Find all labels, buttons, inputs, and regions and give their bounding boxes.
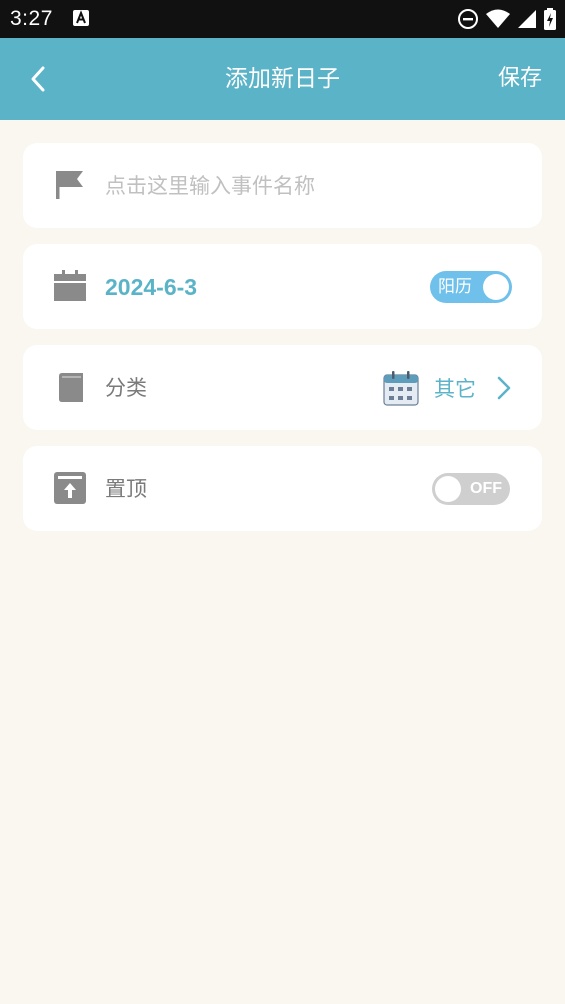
pin-top-label: 置顶 [105,477,147,501]
event-name-input[interactable]: 点击这里输入事件名称 [105,171,315,201]
category-label: 分类 [105,376,147,400]
page-title: 添加新日子 [225,66,340,92]
event-name-card[interactable]: 点击这里输入事件名称 [23,143,542,228]
pin-top-toggle-label: OFF [470,480,502,497]
flag-icon [53,168,87,202]
pin-top-card: 置顶 OFF [23,446,542,531]
wifi-icon [486,9,510,28]
save-button[interactable]: 保存 [498,64,542,94]
toggle-knob [435,476,461,502]
chevron-right-icon [497,376,511,400]
calendar-type-label: 阳历 [438,277,472,297]
category-selector[interactable]: 其它 [382,369,512,407]
do-not-disturb-icon [458,9,478,29]
a-notification-icon [73,10,89,26]
calendar-grid-icon [383,371,419,406]
pin-top-toggle[interactable]: OFF [432,473,510,505]
battery-icon [544,8,556,30]
date-value[interactable]: 2024-6-3 [105,272,197,302]
app-header: 添加新日子 保存 [0,38,565,120]
category-card[interactable]: 分类 其它 [23,345,542,430]
calendar-type-toggle[interactable]: 阳历 [430,271,512,303]
status-time: 3:27 [10,7,53,30]
category-value: 其它 [434,377,476,401]
calendar-icon [53,269,87,303]
book-icon [53,370,87,404]
pin-top-icon [53,471,87,505]
date-card[interactable]: 2024-6-3 阳历 [23,244,542,329]
signal-icon [518,10,536,28]
status-icons [457,6,557,32]
toggle-knob [483,274,509,300]
status-bar: 3:27 [0,0,565,38]
